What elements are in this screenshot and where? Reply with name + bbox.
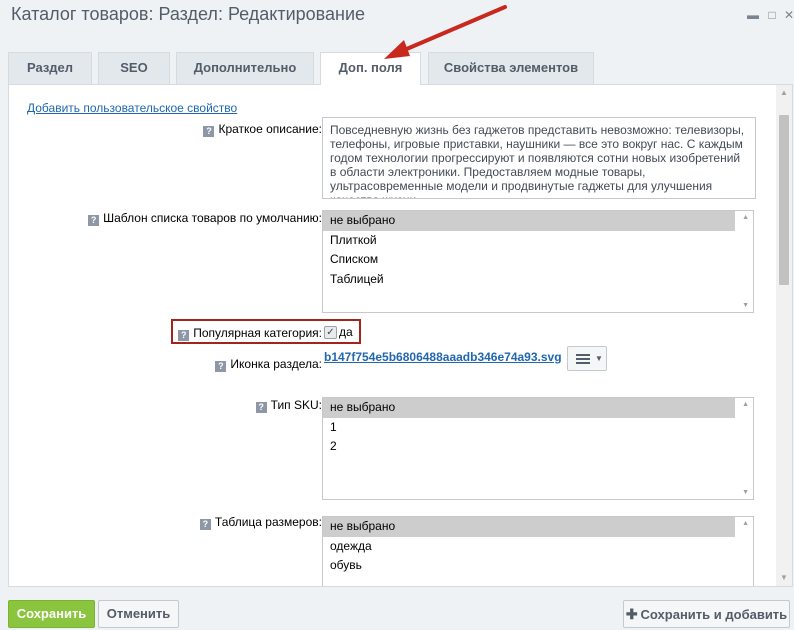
scroll-up-icon[interactable]: ▲ bbox=[776, 85, 792, 101]
scroll-down-icon[interactable]: ▼ bbox=[742, 489, 749, 496]
list-option[interactable]: не выбрано bbox=[323, 517, 735, 537]
list-option[interactable]: Таблицей bbox=[323, 270, 735, 290]
list-template-label: ? Шаблон списка товаров по умолчанию: bbox=[88, 211, 322, 226]
footer-bar: Сохранить Отменить ✚ Сохранить и добавить bbox=[0, 588, 794, 630]
section-icon-file-link[interactable]: b147f754e5b6806488aaadb346e74a93.svg bbox=[324, 350, 562, 364]
listbox-scrollbar[interactable]: ▲ bbox=[737, 517, 753, 586]
help-icon[interactable]: ? bbox=[178, 330, 190, 341]
short-description-textarea[interactable]: Повседневную жизнь без гаджетов представ… bbox=[322, 117, 756, 199]
tab-section[interactable]: Раздел bbox=[8, 52, 92, 84]
scroll-up-icon[interactable]: ▲ bbox=[742, 520, 749, 527]
tab-additional[interactable]: Дополнительно bbox=[176, 52, 314, 84]
help-icon[interactable]: ? bbox=[255, 402, 267, 413]
size-table-label: ? Таблица размеров: bbox=[199, 515, 322, 530]
chevron-down-icon: ▼ bbox=[595, 354, 603, 363]
scroll-down-icon[interactable]: ▼ bbox=[742, 302, 749, 309]
list-option[interactable]: не выбрано bbox=[323, 398, 735, 418]
popular-category-checkbox[interactable]: ✓ bbox=[324, 326, 337, 339]
sku-type-select[interactable]: не выбрано 1 2 ▲ ▼ bbox=[322, 397, 754, 500]
form-panel: Добавить пользовательское свойство ? Крат… bbox=[8, 84, 793, 587]
list-option[interactable]: 2 bbox=[323, 437, 735, 457]
sku-type-label: ? Тип SKU: bbox=[255, 398, 322, 413]
list-option[interactable]: 1 bbox=[323, 418, 735, 438]
popular-category-label-text: Популярная категория: bbox=[193, 326, 322, 340]
section-icon-label-text: Иконка раздела: bbox=[230, 357, 322, 371]
list-option[interactable]: не выбрано bbox=[323, 211, 735, 231]
window-maximize-icon[interactable]: □ bbox=[765, 8, 779, 22]
scrollbar-thumb[interactable] bbox=[779, 115, 789, 285]
file-menu-button[interactable]: ▼ bbox=[567, 346, 607, 371]
window-titlebar: Каталог товаров: Раздел: Редактирование … bbox=[0, 0, 794, 32]
window-minimize-icon[interactable]: ▬ bbox=[746, 8, 760, 22]
short-description-label-text: Краткое описание: bbox=[218, 122, 322, 136]
tab-seo[interactable]: SEO bbox=[98, 52, 170, 84]
plus-icon: ✚ bbox=[625, 606, 638, 622]
save-and-add-label: Сохранить и добавить bbox=[640, 607, 788, 622]
list-option[interactable]: одежда bbox=[323, 537, 735, 557]
short-description-label: ? Краткое описание: bbox=[203, 122, 322, 137]
window-close-icon[interactable]: ✕ bbox=[782, 8, 794, 22]
popular-category-checkbox-label: да bbox=[339, 325, 353, 339]
listbox-scrollbar[interactable]: ▲ ▼ bbox=[737, 398, 753, 499]
save-and-add-button[interactable]: ✚ Сохранить и добавить bbox=[623, 600, 790, 628]
scroll-up-icon[interactable]: ▲ bbox=[742, 214, 749, 221]
list-option[interactable]: Плиткой bbox=[323, 231, 735, 251]
help-icon[interactable]: ? bbox=[199, 519, 211, 530]
list-template-label-text: Шаблон списка товаров по умолчанию: bbox=[103, 211, 322, 225]
help-icon[interactable]: ? bbox=[215, 361, 227, 372]
size-table-select[interactable]: не выбрано одежда обувь ▲ bbox=[322, 516, 754, 586]
scroll-up-icon[interactable]: ▲ bbox=[742, 401, 749, 408]
list-template-select[interactable]: не выбрано Плиткой Списком Таблицей ▲ ▼ bbox=[322, 210, 754, 313]
panel-scrollbar[interactable]: ▲ ▼ bbox=[776, 85, 792, 586]
popular-category-label: ? Популярная категория: bbox=[178, 326, 322, 341]
listbox-scrollbar[interactable]: ▲ ▼ bbox=[737, 211, 753, 312]
cancel-button[interactable]: Отменить bbox=[98, 600, 179, 628]
help-icon[interactable]: ? bbox=[203, 126, 215, 137]
save-button[interactable]: Сохранить bbox=[8, 600, 95, 628]
add-property-link[interactable]: Добавить пользовательское свойство bbox=[27, 101, 237, 115]
list-option[interactable]: обувь bbox=[323, 556, 735, 576]
tab-extra-fields[interactable]: Доп. поля bbox=[320, 52, 421, 85]
section-icon-label: ? Иконка раздела: bbox=[215, 357, 322, 372]
window-title: Каталог товаров: Раздел: Редактирование bbox=[11, 4, 366, 24]
size-table-label-text: Таблица размеров: bbox=[214, 515, 322, 529]
sku-type-label-text: Тип SKU: bbox=[270, 398, 322, 412]
list-option[interactable]: Списком bbox=[323, 250, 735, 270]
scroll-down-icon[interactable]: ▼ bbox=[776, 570, 792, 586]
tab-element-properties[interactable]: Свойства элементов bbox=[428, 52, 594, 84]
help-icon[interactable]: ? bbox=[88, 215, 100, 226]
menu-icon bbox=[576, 354, 590, 364]
